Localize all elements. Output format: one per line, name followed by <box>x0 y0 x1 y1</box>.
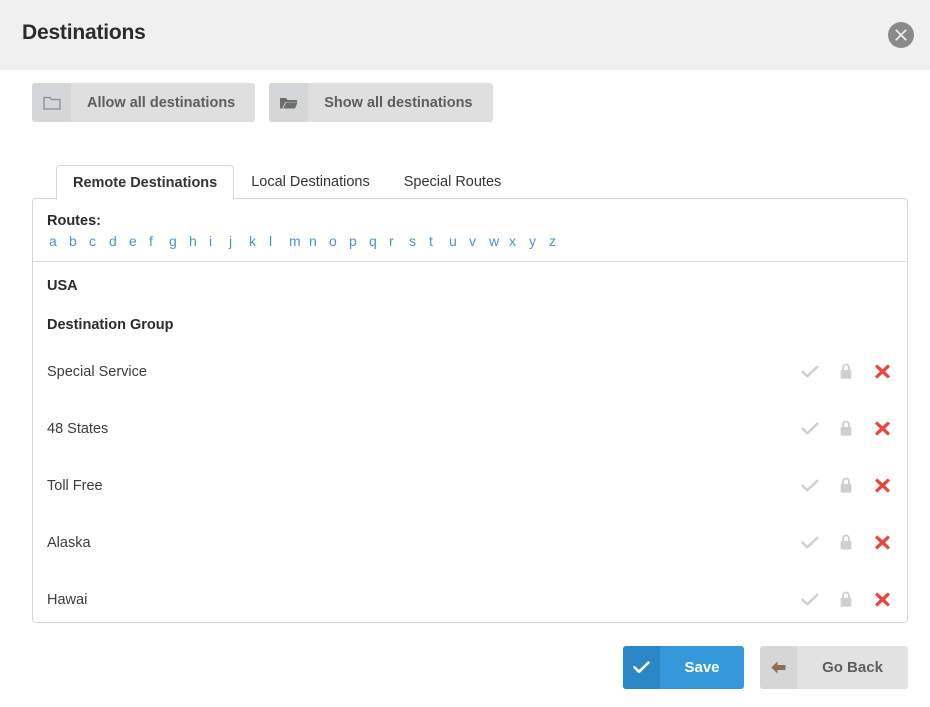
row-actions <box>799 514 893 571</box>
table-row[interactable]: Alaska <box>33 514 907 571</box>
tab-remote-destinations-label: Remote Destinations <box>73 174 218 191</box>
routes-label: Routes: <box>47 213 101 229</box>
table-row[interactable]: 48 States <box>33 400 907 457</box>
row-actions <box>799 571 893 628</box>
allow-check-icon[interactable] <box>799 532 821 554</box>
close-icon[interactable] <box>888 22 914 48</box>
remove-cross-icon[interactable] <box>871 418 893 440</box>
tab-local-destinations-label: Local Destinations <box>251 173 370 190</box>
lock-icon[interactable] <box>835 361 857 383</box>
route-letter-n[interactable]: n <box>309 233 329 249</box>
route-letter-v[interactable]: v <box>469 233 489 249</box>
table-row[interactable]: Special Service <box>33 343 907 400</box>
route-letter-l[interactable]: l <box>269 233 289 249</box>
routes-alphabet-links: a b c d e f g h i j k l m n o p q r s t … <box>47 233 907 249</box>
go-back-button[interactable]: Go Back <box>760 646 908 689</box>
destination-name: Toll Free <box>47 477 103 494</box>
destination-name: 48 States <box>47 420 109 437</box>
route-letter-x[interactable]: x <box>509 233 529 249</box>
go-back-label: Go Back <box>822 659 883 676</box>
route-letter-t[interactable]: t <box>429 233 449 249</box>
route-letter-r[interactable]: r <box>389 233 409 249</box>
page-title: Destinations <box>22 21 146 44</box>
lock-icon[interactable] <box>835 532 857 554</box>
tab-special-routes-label: Special Routes <box>403 173 502 190</box>
row-actions <box>799 400 893 457</box>
destinations-panel: Routes: a b c d e f g h i j k l m n o p … <box>32 198 908 623</box>
destination-group-heading: Destination Group <box>47 317 174 333</box>
destination-list: Special Service 48 States Toll Free Alas… <box>33 343 907 628</box>
allow-check-icon[interactable] <box>799 418 821 440</box>
route-letter-d[interactable]: d <box>109 233 129 249</box>
remove-cross-icon[interactable] <box>871 589 893 611</box>
tab-remote-destinations[interactable]: Remote Destinations <box>56 165 235 200</box>
footer-actions: Save Go Back <box>623 646 908 689</box>
route-letter-c[interactable]: c <box>89 233 109 249</box>
remove-cross-icon[interactable] <box>871 361 893 383</box>
allow-all-destinations-label: Allow all destinations <box>87 94 236 111</box>
route-letter-w[interactable]: w <box>489 233 509 249</box>
toolbar: Allow all destinations Show all destinat… <box>32 83 493 122</box>
destination-name: Hawai <box>47 591 88 608</box>
table-row[interactable]: Toll Free <box>33 457 907 514</box>
country-heading: USA <box>47 278 78 294</box>
remove-cross-icon[interactable] <box>871 475 893 497</box>
row-actions <box>799 343 893 400</box>
route-letter-b[interactable]: b <box>69 233 89 249</box>
route-letter-k[interactable]: k <box>249 233 269 249</box>
table-row[interactable]: Hawai <box>33 571 907 628</box>
route-letter-o[interactable]: o <box>329 233 349 249</box>
allow-check-icon[interactable] <box>799 589 821 611</box>
tab-special-routes[interactable]: Special Routes <box>387 164 519 199</box>
tablist: Remote Destinations Local Destinations S… <box>56 163 519 200</box>
show-all-destinations-button[interactable]: Show all destinations <box>269 83 493 122</box>
save-label: Save <box>684 659 720 676</box>
tab-local-destinations[interactable]: Local Destinations <box>234 164 387 199</box>
route-letter-z[interactable]: z <box>549 233 569 249</box>
route-letter-i[interactable]: i <box>209 233 229 249</box>
arrow-left-icon <box>760 646 797 689</box>
route-letter-g[interactable]: g <box>169 233 189 249</box>
allow-check-icon[interactable] <box>799 361 821 383</box>
remove-cross-icon[interactable] <box>871 532 893 554</box>
route-letter-j[interactable]: j <box>229 233 249 249</box>
destination-name: Special Service <box>47 363 147 380</box>
row-actions <box>799 457 893 514</box>
route-letter-s[interactable]: s <box>409 233 429 249</box>
destination-name: Alaska <box>47 534 91 551</box>
save-button[interactable]: Save <box>623 646 744 689</box>
route-letter-e[interactable]: e <box>129 233 149 249</box>
window-titlebar: Destinations <box>0 0 930 70</box>
route-letter-m[interactable]: m <box>289 233 309 249</box>
routes-header: Routes: a b c d e f g h i j k l m n o p … <box>33 199 907 262</box>
route-letter-p[interactable]: p <box>349 233 369 249</box>
lock-icon[interactable] <box>835 589 857 611</box>
route-letter-q[interactable]: q <box>369 233 389 249</box>
folder-open-icon <box>269 83 309 122</box>
check-icon <box>623 646 660 689</box>
route-letter-a[interactable]: a <box>49 233 69 249</box>
folder-closed-icon <box>32 83 71 122</box>
allow-check-icon[interactable] <box>799 475 821 497</box>
route-letter-y[interactable]: y <box>529 233 549 249</box>
allow-all-destinations-button[interactable]: Allow all destinations <box>32 83 256 122</box>
lock-icon[interactable] <box>835 418 857 440</box>
route-letter-u[interactable]: u <box>449 233 469 249</box>
show-all-destinations-label: Show all destinations <box>324 94 473 111</box>
lock-icon[interactable] <box>835 475 857 497</box>
route-letter-f[interactable]: f <box>149 233 169 249</box>
route-letter-h[interactable]: h <box>189 233 209 249</box>
